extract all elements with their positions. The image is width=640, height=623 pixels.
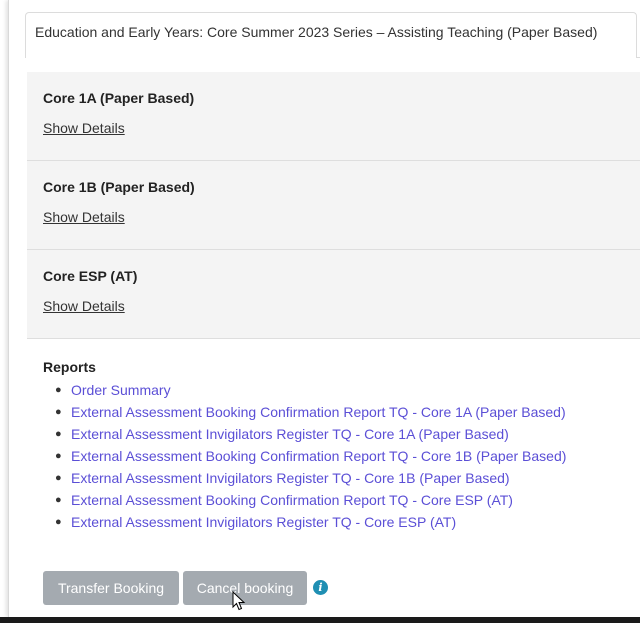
component-core-1a: Core 1A (Paper Based) Show Details <box>27 72 640 161</box>
booking-window: Education and Early Years: Core Summer 2… <box>8 0 640 617</box>
component-title: Core 1A (Paper Based) <box>43 90 195 106</box>
show-details-link[interactable]: Show Details <box>43 209 125 225</box>
report-link[interactable]: External Assessment Booking Confirmation… <box>71 448 566 464</box>
list-item: ● External Assessment Booking Confirmatio… <box>55 445 640 467</box>
report-link-order-summary[interactable]: Order Summary <box>71 382 171 398</box>
bottom-edge <box>0 617 640 623</box>
list-item: ● External Assessment Invigilators Regist… <box>55 467 640 489</box>
bullet-icon: ● <box>55 406 62 418</box>
tab-strip: Education and Early Years: Core Summer 2… <box>9 0 640 58</box>
list-item: ● External Assessment Booking Confirmatio… <box>55 401 640 423</box>
list-item: ● External Assessment Invigilators Regist… <box>55 423 640 445</box>
bullet-icon: ● <box>55 450 62 462</box>
bullet-icon: ● <box>55 472 62 484</box>
report-link[interactable]: External Assessment Invigilators Registe… <box>71 470 510 486</box>
report-link[interactable]: External Assessment Invigilators Registe… <box>71 426 509 442</box>
component-core-esp: Core ESP (AT) Show Details <box>27 250 640 339</box>
transfer-booking-button[interactable]: Transfer Booking <box>43 571 179 605</box>
tab-booking-title[interactable]: Education and Early Years: Core Summer 2… <box>25 12 637 58</box>
component-core-1b: Core 1B (Paper Based) Show Details <box>27 161 640 250</box>
show-details-link[interactable]: Show Details <box>43 298 125 314</box>
component-title: Core ESP (AT) <box>43 268 138 284</box>
list-item: ● External Assessment Invigilators Regist… <box>55 511 640 533</box>
component-title: Core 1B (Paper Based) <box>43 179 195 195</box>
report-link[interactable]: External Assessment Invigilators Registe… <box>71 514 456 530</box>
info-icon[interactable]: i <box>313 580 328 595</box>
show-details-link[interactable]: Show Details <box>43 120 125 136</box>
reports-list: ● Order Summary ● External Assessment Book… <box>43 379 640 533</box>
list-item: ● Order Summary <box>55 379 640 401</box>
bullet-icon: ● <box>55 494 62 506</box>
mouse-pointer-icon <box>232 591 246 611</box>
report-link[interactable]: External Assessment Booking Confirmation… <box>71 404 566 420</box>
bullet-icon: ● <box>55 516 62 528</box>
bullet-icon: ● <box>55 384 62 396</box>
report-link[interactable]: External Assessment Booking Confirmation… <box>71 492 513 508</box>
reports-section: Reports ● Order Summary ● External Assessm… <box>27 339 640 533</box>
booking-panels: Core 1A (Paper Based) Show Details Core … <box>27 72 640 533</box>
reports-heading: Reports <box>43 359 96 375</box>
bullet-icon: ● <box>55 428 62 440</box>
list-item: ● External Assessment Booking Confirmatio… <box>55 489 640 511</box>
